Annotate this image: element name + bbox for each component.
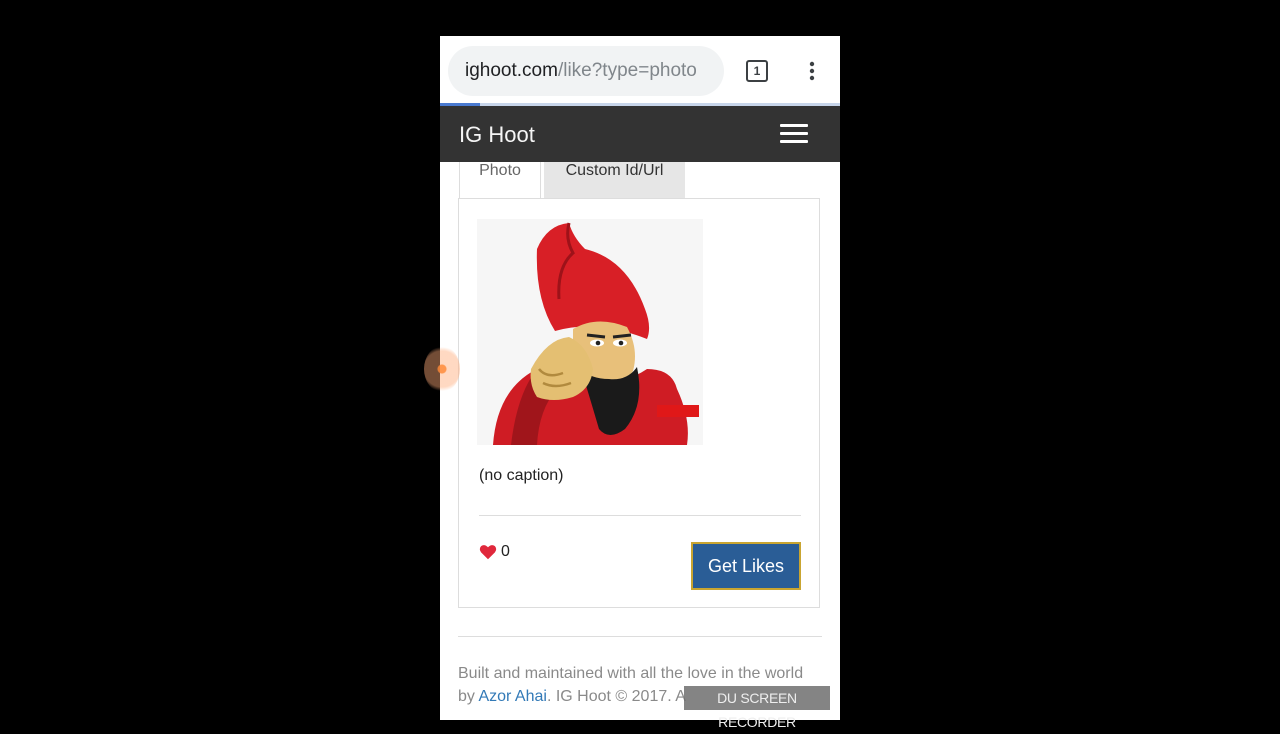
tab-switcher-button[interactable]: 1: [746, 60, 768, 82]
post-caption: (no caption): [479, 467, 564, 484]
url-path: /like?type=photo: [557, 60, 697, 81]
like-count-value: 0: [501, 543, 510, 560]
footer-copyright: . IG Hoot © 2017. A: [546, 688, 686, 705]
tab-photo-label: Photo: [479, 162, 521, 179]
post-photo: [477, 219, 703, 445]
like-count: 0: [479, 543, 510, 561]
tab-photo[interactable]: Photo: [459, 162, 541, 198]
heart-icon: [479, 545, 497, 560]
author-link[interactable]: Azor Ahai: [478, 688, 546, 705]
post-type-tabs: Photo Custom Id/Url: [458, 162, 822, 198]
phone-screen: ighoot.com/like?type=photo 1 IG Hoot Pho…: [440, 36, 840, 720]
tab-custom-id-url[interactable]: Custom Id/Url: [544, 162, 685, 198]
touch-indicator: [424, 346, 460, 392]
more-options-icon[interactable]: [800, 59, 824, 83]
post-panel: (no caption) 0 Get Likes: [458, 198, 820, 608]
footer-line1: Built and maintained with all the love i…: [458, 665, 804, 682]
recorder-watermark: DU SCREEN RECORDER: [684, 686, 830, 730]
hamburger-menu-icon[interactable]: [780, 124, 808, 144]
site-navbar: IG Hoot: [440, 106, 840, 162]
site-brand[interactable]: IG Hoot: [459, 122, 535, 148]
url-domain: ighoot.com: [465, 60, 558, 81]
footer-by: by: [458, 688, 479, 705]
tab-custom-label: Custom Id/Url: [565, 162, 664, 179]
get-likes-button[interactable]: Get Likes: [691, 542, 801, 590]
pointing-man-illustration: [477, 219, 703, 445]
url-text: ighoot.com/like?type=photo: [465, 59, 715, 83]
panel-divider: [479, 515, 801, 516]
browser-toolbar: ighoot.com/like?type=photo 1: [440, 36, 840, 106]
footer-divider: [458, 636, 822, 637]
address-bar[interactable]: ighoot.com/like?type=photo: [448, 46, 724, 96]
